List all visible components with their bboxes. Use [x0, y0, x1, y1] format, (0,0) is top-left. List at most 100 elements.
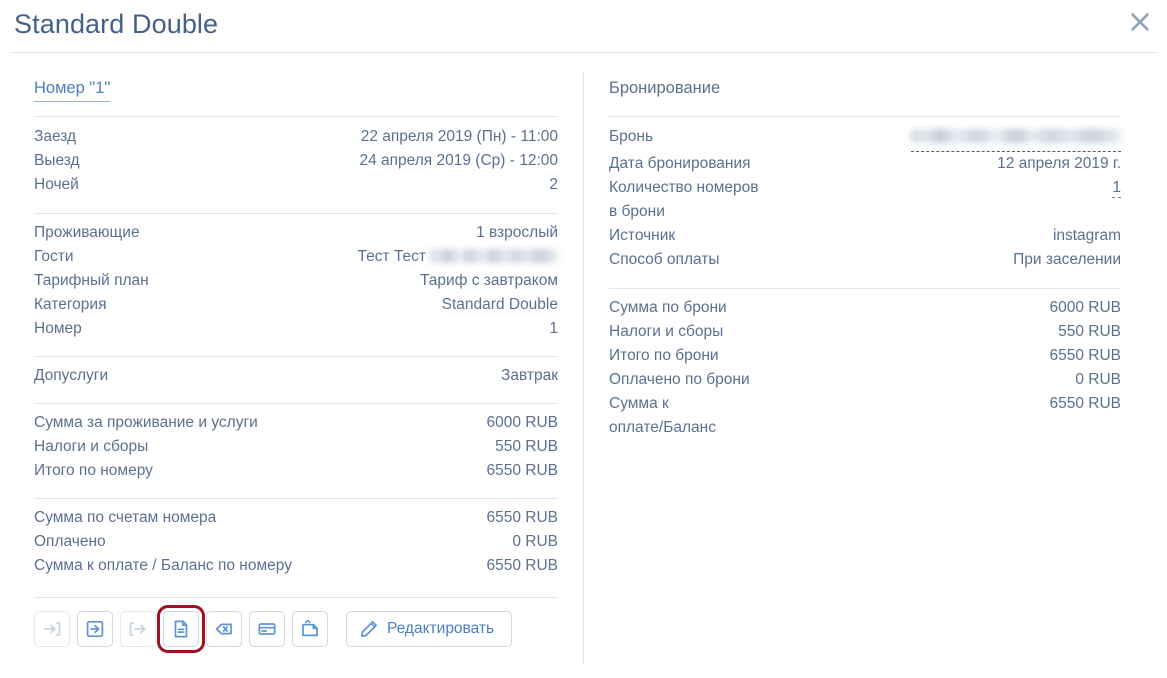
group-divider: [609, 116, 1121, 117]
detail-label: Способ оплаты: [609, 251, 720, 268]
payment-card-icon: [257, 619, 277, 639]
action-toolbar: Редактировать: [34, 605, 513, 653]
detail-label: Гости: [34, 248, 74, 265]
detail-label: Сумма по счетам номера: [34, 509, 217, 526]
detail-row: Количество номеров в брони 1: [609, 176, 1121, 224]
detail-value: 6550 RUB: [486, 509, 558, 526]
detail-row: Итого по номеру 6550 RUB: [34, 459, 558, 483]
detail-value: 24 апреля 2019 (Ср) - 12:00: [359, 152, 558, 169]
detail-label: Бронь: [609, 128, 654, 145]
detail-value: При заселении: [1013, 251, 1121, 268]
dialog-body: Номер "1" Заезд 22 апреля 2019 (Пн) - 11:…: [0, 53, 1167, 678]
extras-group: Допуслуги Завтрак: [34, 349, 558, 396]
detail-label: Источник: [609, 227, 676, 244]
detail-row: Заезд 22 апреля 2019 (Пн) - 11:00: [34, 125, 558, 149]
booking-group: Бронь Дата бронирования 12 апреля 2019 г. К…: [609, 102, 1121, 281]
redacted-value: [911, 128, 1121, 143]
detail-row: Налоги и сборы 550 RUB: [34, 435, 558, 459]
detail-value[interactable]: 1: [1112, 176, 1121, 200]
detail-value: Завтрак: [501, 367, 558, 384]
detail-label: Категория: [34, 296, 107, 313]
booking-number[interactable]: [911, 125, 1121, 152]
stay-group: Заезд 22 апреля 2019 (Пн) - 11:00 Выезд 24 …: [34, 102, 558, 206]
note-tag-button[interactable]: [292, 611, 328, 647]
page-title: Standard Double: [14, 9, 219, 39]
detail-label: Ночей: [34, 176, 79, 193]
group-divider: [34, 356, 558, 357]
close-icon: [1131, 13, 1149, 31]
detail-row: Сумма по брони 6000 RUB: [609, 296, 1121, 320]
detail-value: 6000 RUB: [486, 414, 558, 431]
detail-label: Количество номеров в брони: [609, 179, 759, 220]
note-tag-icon: [300, 619, 320, 639]
booking-totals-group: Сумма по брони 6000 RUB Налоги и сборы 550 …: [609, 281, 1121, 448]
detail-value: Standard Double: [441, 296, 558, 313]
detail-label: Оплачено: [34, 533, 106, 550]
detail-row: Итого по брони 6550 RUB: [609, 344, 1121, 368]
check-out-button[interactable]: [77, 611, 113, 647]
detail-row: Проживающие 1 взрослый: [34, 221, 558, 245]
document-button[interactable]: [157, 605, 205, 653]
detail-row: Категория Standard Double: [34, 293, 558, 317]
detail-row: Способ оплаты При заселении: [609, 248, 1121, 272]
pencil-icon: [361, 621, 377, 637]
edit-button-label: Редактировать: [387, 620, 495, 637]
cancel-tag-icon: [214, 619, 234, 639]
detail-label: Тарифный план: [34, 272, 149, 289]
detail-row: Сумма к оплате/Баланс 6550 RUB: [609, 392, 1121, 440]
room-details-column: Номер "1" Заезд 22 апреля 2019 (Пн) - 11:…: [34, 79, 558, 586]
payment-card-button[interactable]: [249, 611, 285, 647]
detail-row: Оплачено по брони 0 RUB: [609, 368, 1121, 392]
detail-value: 1: [549, 320, 558, 337]
group-divider: [34, 403, 558, 404]
early-departure-icon: [128, 619, 148, 639]
detail-value[interactable]: Тест Тест: [358, 245, 558, 269]
detail-value: 550 RUB: [1058, 323, 1121, 340]
close-button[interactable]: [1123, 5, 1157, 39]
detail-value: Тариф с завтраком: [420, 272, 558, 289]
detail-value: 12 апреля 2019 г.: [997, 155, 1121, 172]
detail-value: 0 RUB: [512, 533, 558, 550]
detail-value: 6550 RUB: [486, 557, 558, 574]
detail-value: 6000 RUB: [1049, 299, 1121, 316]
toolbar-divider: [34, 597, 558, 598]
detail-value: instagram: [1052, 227, 1121, 244]
detail-value-link[interactable]: 1: [1112, 179, 1121, 198]
detail-label: Дата бронирования: [609, 155, 751, 172]
detail-row: Гости Тест Тест: [34, 245, 558, 269]
booking-heading: Бронирование: [609, 79, 721, 97]
group-divider: [34, 116, 558, 117]
document-icon: [171, 619, 191, 639]
detail-label: Налоги и сборы: [34, 438, 149, 455]
detail-row: Дата бронирования 12 апреля 2019 г.: [609, 152, 1121, 176]
detail-value: 2: [549, 176, 558, 193]
detail-label: Итого по брони: [609, 347, 719, 364]
edit-button[interactable]: Редактировать: [346, 611, 513, 647]
detail-row: Сумма за проживание и услуги 6000 RUB: [34, 411, 558, 435]
detail-row: Тарифный план Тариф с завтраком: [34, 269, 558, 293]
detail-value: 6550 RUB: [486, 462, 558, 479]
detail-row: Номер 1: [34, 317, 558, 341]
detail-row: Выезд 24 апреля 2019 (Ср) - 12:00: [34, 149, 558, 173]
room-link[interactable]: Номер "1": [34, 79, 111, 102]
detail-label: Сумма по брони: [609, 299, 727, 316]
detail-row: Ночей 2: [34, 173, 558, 197]
booking-details-column: Бронирование Бронь Дата бронирования 12 ап…: [609, 79, 1121, 448]
detail-row: Оплачено 0 RUB: [34, 530, 558, 554]
cancel-tag-button[interactable]: [206, 611, 242, 647]
detail-label: Заезд: [34, 128, 77, 145]
detail-value: 0 RUB: [1075, 371, 1121, 388]
occupancy-group: Проживающие 1 взрослый Гости Тест Тест Тариф…: [34, 206, 558, 349]
room-balance-group: Сумма по счетам номера 6550 RUB Оплачено 0 …: [34, 491, 558, 586]
detail-label: Сумма к оплате/Баланс: [609, 395, 716, 436]
detail-value: 6550 RUB: [1049, 395, 1121, 412]
detail-label: Налоги и сборы: [609, 323, 724, 340]
detail-row: Налоги и сборы 550 RUB: [609, 320, 1121, 344]
detail-label: Оплачено по брони: [609, 371, 750, 388]
detail-label: Итого по номеру: [34, 462, 153, 479]
detail-value: 22 апреля 2019 (Пн) - 11:00: [360, 128, 558, 145]
detail-row: Бронь: [609, 125, 1121, 152]
group-divider: [34, 213, 558, 214]
detail-value[interactable]: [911, 125, 1121, 152]
detail-label: Допуслуги: [34, 367, 109, 384]
